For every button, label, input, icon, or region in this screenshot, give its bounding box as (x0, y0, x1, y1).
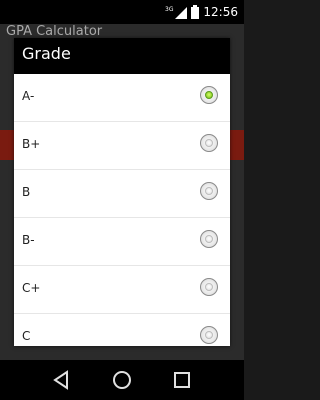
network-type: 3G (165, 6, 174, 13)
status-time: 12:56 (203, 5, 238, 19)
option-label: C (22, 329, 31, 343)
radio-button[interactable] (200, 230, 218, 248)
grade-option-a-minus[interactable]: A- (14, 74, 230, 122)
grade-option-b-minus[interactable]: B- (14, 218, 230, 266)
grade-option-b-plus[interactable]: B+ (14, 122, 230, 170)
radio-button[interactable] (200, 326, 218, 344)
radio-dot (205, 187, 213, 195)
grade-option-b[interactable]: B (14, 170, 230, 218)
option-label: A- (22, 89, 35, 103)
radio-button[interactable] (200, 182, 218, 200)
home-icon[interactable] (110, 368, 134, 392)
radio-dot (205, 91, 213, 99)
grade-dialog: Grade A- B+ B B- C+ C (14, 38, 230, 346)
radio-button[interactable] (200, 278, 218, 296)
status-icons: 3G 12:56 (165, 4, 238, 20)
dialog-title: Grade (22, 44, 71, 63)
option-label: B (22, 185, 31, 199)
recents-icon[interactable] (170, 368, 194, 392)
navigation-bar (0, 360, 244, 400)
radio-dot (205, 331, 213, 339)
radio-dot (205, 235, 213, 243)
grade-option-c-plus[interactable]: C+ (14, 266, 230, 314)
grade-option-c[interactable]: C (14, 314, 230, 346)
radio-button[interactable] (200, 134, 218, 152)
app-title: GPA Calculator (6, 24, 103, 39)
battery-icon (191, 5, 200, 19)
signal-icon: 3G (165, 6, 188, 19)
option-label: B+ (22, 137, 41, 151)
radio-dot (205, 139, 213, 147)
radio-button-checked[interactable] (200, 86, 218, 104)
option-label: C+ (22, 281, 41, 295)
radio-dot (205, 283, 213, 291)
option-label: B- (22, 233, 35, 247)
status-bar: 3G 12:56 (0, 0, 244, 24)
grade-options-list: A- B+ B B- C+ C (14, 74, 230, 346)
back-icon[interactable] (50, 368, 74, 392)
dialog-header: Grade (14, 38, 230, 74)
